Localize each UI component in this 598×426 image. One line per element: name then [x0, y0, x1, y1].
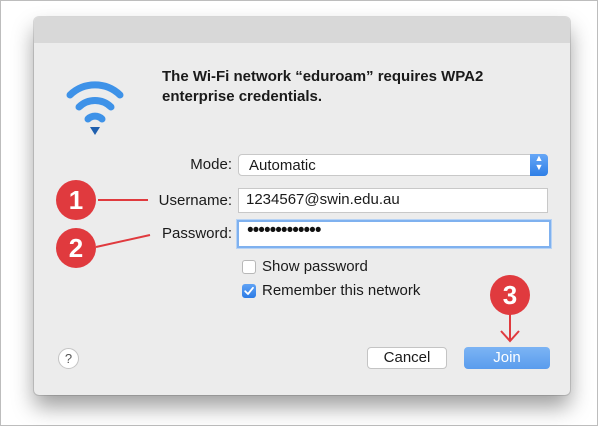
help-button[interactable]: ?: [58, 348, 79, 369]
mode-select-value: Automatic: [249, 157, 316, 174]
checkmark-icon: [244, 286, 254, 295]
join-button[interactable]: Join: [464, 347, 550, 369]
dialog-titlebar: [34, 17, 570, 43]
password-field[interactable]: •••••••••••••: [237, 220, 551, 248]
callout-badge-3: 3: [490, 275, 530, 315]
show-password-checkbox[interactable]: [242, 260, 256, 274]
wifi-credentials-dialog: The Wi-Fi network “eduroam” requires WPA…: [34, 17, 570, 395]
username-label: Username:: [158, 192, 232, 209]
wifi-icon: [66, 81, 124, 135]
username-field[interactable]: 1234567@swin.edu.au: [238, 188, 548, 213]
mode-label: Mode:: [190, 156, 232, 173]
password-label: Password:: [161, 225, 232, 242]
select-stepper-icon: ▲ ▼: [530, 154, 548, 176]
password-value: •••••••••••••: [247, 220, 321, 241]
callout-badge-2: 2: [56, 228, 96, 268]
dialog-message: The Wi-Fi network “eduroam” requires WPA…: [162, 68, 484, 105]
remember-network-checkbox[interactable]: [242, 284, 256, 298]
cancel-button[interactable]: Cancel: [367, 347, 447, 369]
callout-badge-1: 1: [56, 180, 96, 220]
mode-select[interactable]: Automatic ▲ ▼: [238, 154, 548, 176]
remember-network-label: Remember this network: [262, 282, 421, 299]
username-value: 1234567@swin.edu.au: [246, 191, 400, 208]
show-password-label: Show password: [262, 258, 368, 275]
